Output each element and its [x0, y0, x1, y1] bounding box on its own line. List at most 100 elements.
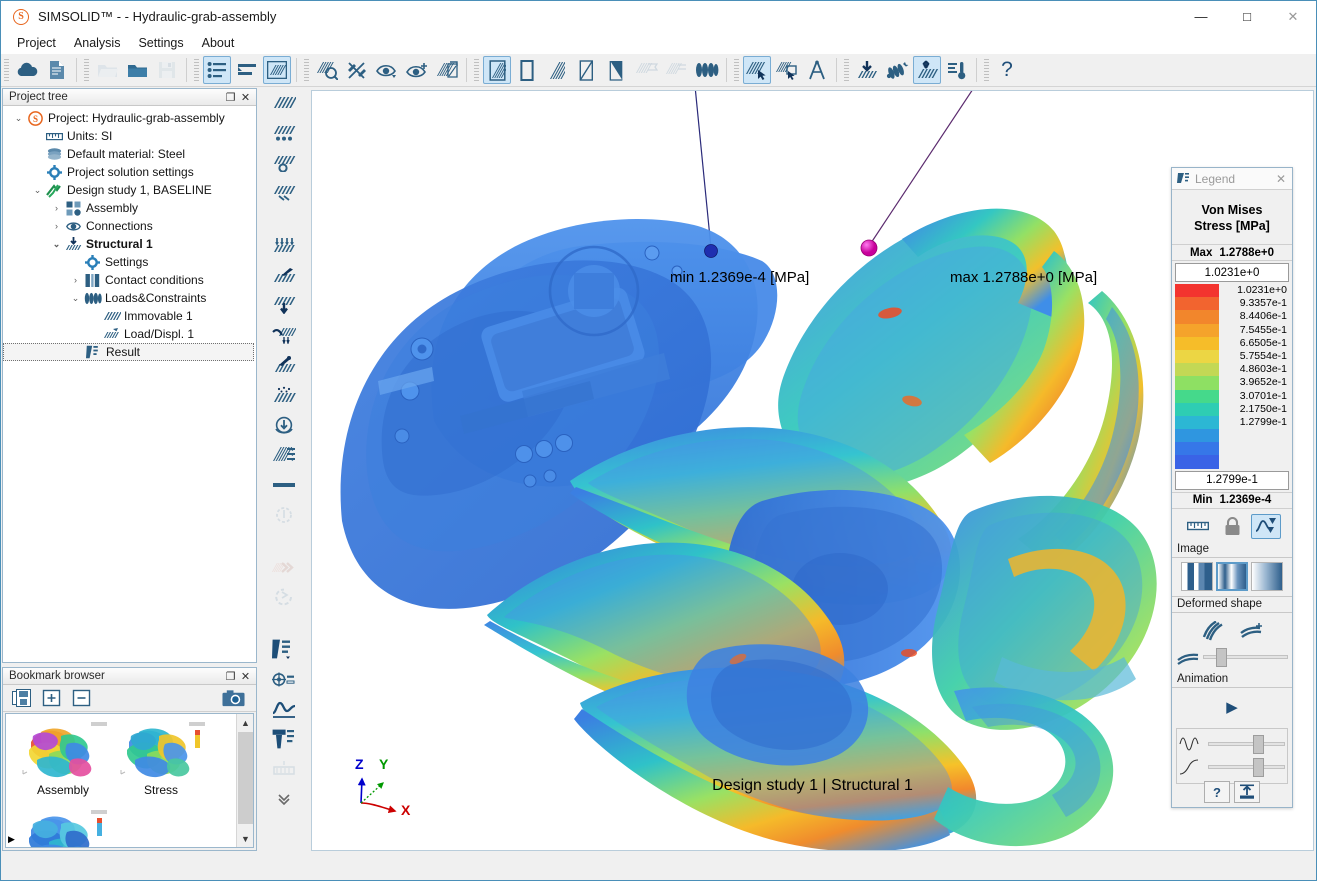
bookmark-item-1[interactable]: Stress [112, 720, 210, 808]
tree-twisty[interactable]: › [68, 271, 83, 289]
tree-node-13[interactable]: Result [3, 343, 254, 361]
bookmark-scrollbar[interactable]: ▲ ▼ [236, 714, 253, 847]
bookmark-item-0[interactable]: Assembly [14, 720, 112, 808]
tree-node-5[interactable]: ›Assembly [3, 199, 256, 217]
tree-twisty[interactable] [69, 343, 84, 361]
sliding-support-icon[interactable] [268, 118, 300, 148]
bookmark-close-icon[interactable]: ✕ [238, 669, 253, 684]
contour-plot-icon[interactable] [268, 634, 300, 664]
image-style-gradient[interactable] [1251, 562, 1283, 591]
menu-settings[interactable]: Settings [130, 34, 191, 52]
help-icon[interactable]: ? [993, 56, 1021, 84]
project-tree-float-icon[interactable]: ❐ [223, 90, 238, 105]
add-bookmark-icon[interactable] [39, 687, 64, 710]
displacement-icon[interactable] [913, 56, 941, 84]
tree-node-1[interactable]: Units: SI [3, 127, 256, 145]
show-all-icon[interactable] [403, 56, 431, 84]
result-table-icon[interactable] [268, 724, 300, 754]
animation-speed-knob[interactable] [1253, 758, 1264, 777]
bookmark-scroll-thumb[interactable] [238, 732, 253, 824]
tree-node-7[interactable]: ⌄Structural 1 [3, 235, 256, 253]
connections-icon[interactable] [883, 56, 911, 84]
toolbar-grip[interactable] [474, 59, 479, 81]
capture-screenshot-icon[interactable] [221, 687, 246, 710]
close-button[interactable]: ✕ [1270, 1, 1316, 32]
deform-scale-slider[interactable] [1203, 655, 1288, 659]
minimize-button[interactable]: — [1178, 1, 1224, 32]
tree-twisty[interactable] [87, 307, 102, 325]
tree-node-4[interactable]: ⌄Design study 1, BASELINE [3, 181, 256, 199]
apply-load-icon[interactable] [853, 56, 881, 84]
legend-close-icon[interactable]: ✕ [1274, 172, 1288, 186]
tree-node-11[interactable]: Immovable 1 [3, 307, 256, 325]
tree-twisty[interactable]: › [49, 199, 64, 217]
thermal-icon[interactable] [943, 56, 971, 84]
tree-node-12[interactable]: Load/Displ. 1 [3, 325, 256, 343]
tree-twisty[interactable] [30, 127, 45, 145]
pick-part-icon[interactable] [743, 56, 771, 84]
toolbar-grip[interactable] [734, 59, 739, 81]
bookmark-scroll-up-icon[interactable]: ▲ [237, 714, 254, 731]
tree-twisty[interactable]: › [49, 217, 64, 235]
toolbar-grip[interactable] [984, 59, 989, 81]
deformed-shape-plus-icon[interactable] [1237, 619, 1267, 644]
project-tree-close-icon[interactable]: ✕ [238, 90, 253, 105]
bookmark-browser-icon[interactable] [233, 56, 261, 84]
pin-support-icon[interactable] [268, 148, 300, 178]
bearing-load-icon[interactable] [268, 320, 300, 350]
animation-amplitude-knob[interactable] [1253, 735, 1264, 754]
hydrostatic-load-icon[interactable] [268, 380, 300, 410]
displacement-load-icon[interactable] [268, 440, 300, 470]
maximize-button[interactable]: □ [1224, 1, 1270, 32]
tree-node-8[interactable]: Settings [3, 253, 256, 271]
legend-icon[interactable] [263, 56, 291, 84]
tree-twisty[interactable]: ⌄ [68, 289, 83, 307]
plot-chart-icon[interactable] [268, 694, 300, 724]
image-style-banded[interactable] [1181, 562, 1213, 591]
lock-icon[interactable] [1217, 514, 1247, 539]
toolbar-grip[interactable] [194, 59, 199, 81]
hide-part-icon[interactable] [343, 56, 371, 84]
tree-twisty[interactable]: ⌄ [11, 109, 26, 127]
bookmark-item-2[interactable] [14, 808, 112, 848]
waveform-icon[interactable] [1251, 514, 1281, 539]
tree-node-2[interactable]: Default material: Steel [3, 145, 256, 163]
mesh-display-icon[interactable] [693, 56, 721, 84]
immovable-support-icon[interactable] [268, 88, 300, 118]
tree-node-10[interactable]: ⌄Loads&Constraints [3, 289, 256, 307]
legend-bottom-value-input[interactable]: 1.2799e-1 [1175, 471, 1289, 490]
tree-twisty[interactable]: ⌄ [49, 235, 64, 253]
zoom-fit-icon[interactable] [313, 56, 341, 84]
bookmark-scroll-down-icon[interactable]: ▼ [237, 830, 254, 847]
remote-load-icon[interactable] [268, 350, 300, 380]
tree-node-0[interactable]: ⌄SProject: Hydraulic-grab-assembly [3, 109, 256, 127]
toolbar-grip[interactable] [844, 59, 849, 81]
bookmark-float-icon[interactable]: ❐ [223, 669, 238, 684]
pick-face-icon[interactable] [773, 56, 801, 84]
save-bookmarks-icon[interactable] [9, 687, 34, 710]
probe-results-icon[interactable] [268, 664, 300, 694]
measure-icon[interactable] [803, 56, 831, 84]
legend-top-value-input[interactable]: 1.0231e+0 [1175, 263, 1289, 282]
new-document-icon[interactable] [43, 56, 71, 84]
transparent-icon[interactable] [603, 56, 631, 84]
ruler-icon[interactable] [1183, 514, 1213, 539]
animation-speed-slider[interactable] [1208, 765, 1285, 769]
animation-amplitude-slider[interactable] [1208, 742, 1285, 746]
toolbar-grip[interactable] [4, 59, 9, 81]
image-style-smooth[interactable] [1216, 562, 1248, 591]
tree-twisty[interactable] [30, 145, 45, 163]
legend-export-icon[interactable] [1234, 781, 1260, 803]
tree-twisty[interactable] [68, 253, 83, 271]
gravity-load-icon[interactable] [268, 290, 300, 320]
tree-twisty[interactable] [30, 163, 45, 181]
more-chevron-icon[interactable] [268, 784, 300, 814]
shaded-view-icon[interactable] [483, 56, 511, 84]
view-visibility-icon[interactable] [373, 56, 401, 84]
deformed-shape-icon[interactable] [1197, 619, 1227, 644]
viewport-3d[interactable]: min 1.2369e-4 [MPa] max 1.2788e+0 [MPa] … [311, 90, 1314, 851]
force-load-icon[interactable] [268, 260, 300, 290]
deform-scale-knob[interactable] [1216, 648, 1227, 667]
wireframe-icon[interactable] [573, 56, 601, 84]
shaded-edges-icon[interactable] [543, 56, 571, 84]
